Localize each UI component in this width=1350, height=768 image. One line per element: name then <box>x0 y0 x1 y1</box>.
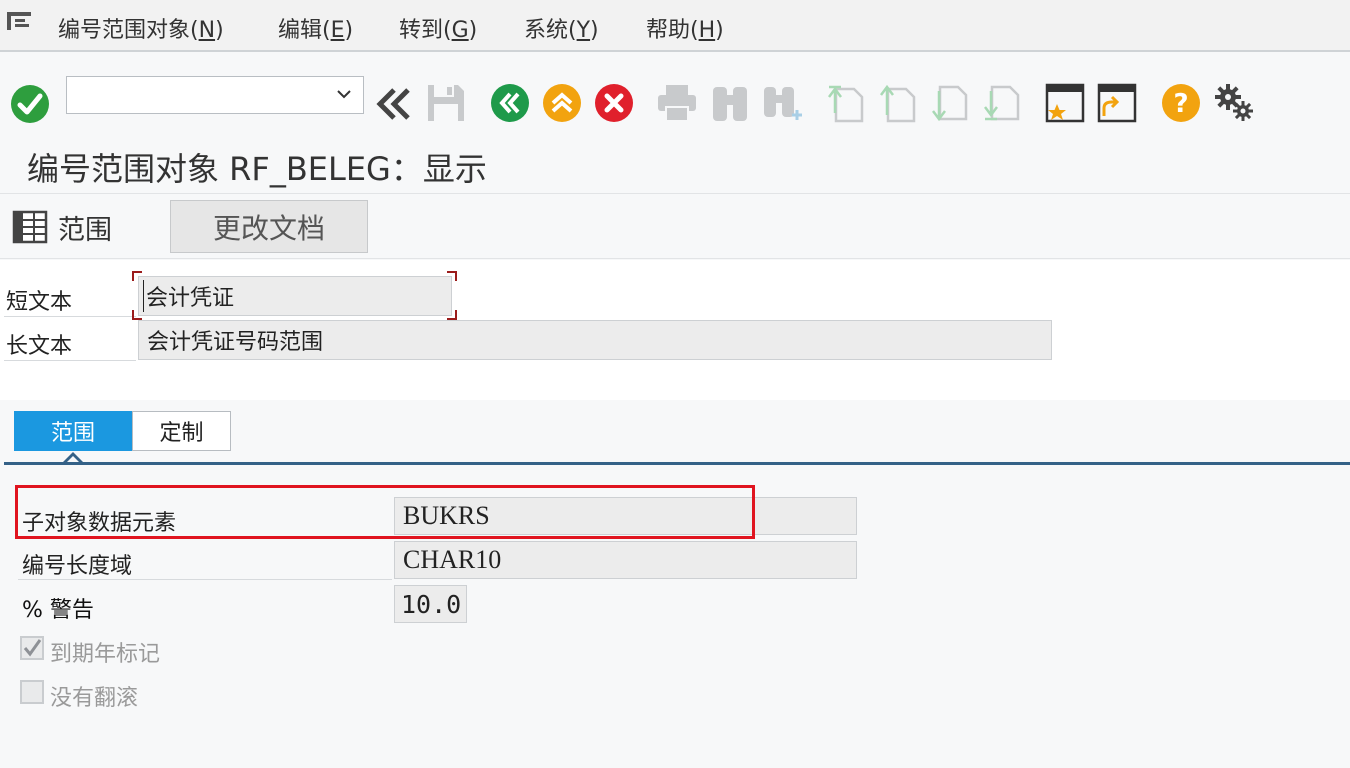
number-range-icon <box>12 210 48 244</box>
title-bar: 编号范围对象 RF_BELEG：显示 <box>0 134 1350 194</box>
next-page-icon <box>932 85 968 122</box>
short-text-field[interactable]: 会计凭证 <box>138 276 452 316</box>
number-length-domain-label: 编号长度域 <box>22 554 133 579</box>
customize-layout-icon[interactable] <box>1213 82 1255 124</box>
checkmark-icon <box>23 639 42 657</box>
menu-number-range-object[interactable]: 编号范围对象(N) <box>58 12 224 44</box>
last-page-icon <box>984 85 1020 121</box>
find-next-icon <box>764 87 802 120</box>
menu-goto[interactable]: 转到(G) <box>399 12 477 44</box>
no-rollover-label: 没有翻滚 <box>50 686 139 711</box>
year-flag-label: 到期年标记 <box>50 642 161 667</box>
save-icon <box>428 85 464 121</box>
tab-range[interactable]: 范围 <box>14 411 132 451</box>
range-label: 范围 <box>58 214 112 246</box>
menu-edit[interactable]: 编辑(E) <box>278 12 353 44</box>
find-icon <box>713 87 747 121</box>
command-field[interactable] <box>66 76 364 114</box>
first-page-icon <box>828 85 864 123</box>
previous-page-icon <box>880 84 916 123</box>
svg-text:?: ? <box>1173 89 1188 119</box>
number-length-domain-field[interactable]: CHAR10 <box>394 541 857 579</box>
year-flag-checkbox <box>20 636 44 660</box>
command-input[interactable] <box>67 77 327 113</box>
back-icon[interactable] <box>490 83 530 123</box>
menu-help[interactable]: 帮助(H) <box>646 12 724 44</box>
enter-icon[interactable] <box>10 84 50 124</box>
menu-system[interactable]: 系统(Y) <box>524 12 599 44</box>
long-text-label: 长文本 <box>6 334 73 359</box>
menu-bar: 编号范围对象(N) 编辑(E) 转到(G) 系统(Y) 帮助(H) <box>0 0 1350 52</box>
print-icon <box>658 85 696 122</box>
exit-icon[interactable] <box>542 83 582 123</box>
long-text-field[interactable]: 会计凭证号码范围 <box>138 320 1052 360</box>
create-session-icon[interactable] <box>1044 82 1086 124</box>
help-icon[interactable]: ? <box>1161 83 1201 123</box>
page-title: 编号范围对象 RF_BELEG：显示 <box>27 150 487 188</box>
menu-icon[interactable] <box>6 10 32 32</box>
warning-percent-label: % 警告 <box>22 598 94 623</box>
chevron-down-icon[interactable] <box>335 85 353 103</box>
tab-strip-line <box>4 462 1350 465</box>
range-button[interactable]: 范围 <box>12 207 112 247</box>
cancel-icon[interactable] <box>594 83 634 123</box>
application-toolbar: 范围 更改文档 <box>0 195 1350 259</box>
header-form: 短文本 会计凭证 长文本 会计凭证号码范围 <box>0 260 1350 400</box>
back-history-icon[interactable] <box>374 84 414 124</box>
change-documents-button[interactable]: 更改文档 <box>170 200 368 253</box>
generate-shortcut-icon[interactable] <box>1096 82 1138 124</box>
warning-percent-field[interactable]: 10.0 <box>394 585 467 623</box>
short-text-label: 短文本 <box>6 290 73 315</box>
no-rollover-checkbox <box>20 680 44 704</box>
highlight-box <box>15 485 755 539</box>
tab-customizing[interactable]: 定制 <box>132 411 231 451</box>
